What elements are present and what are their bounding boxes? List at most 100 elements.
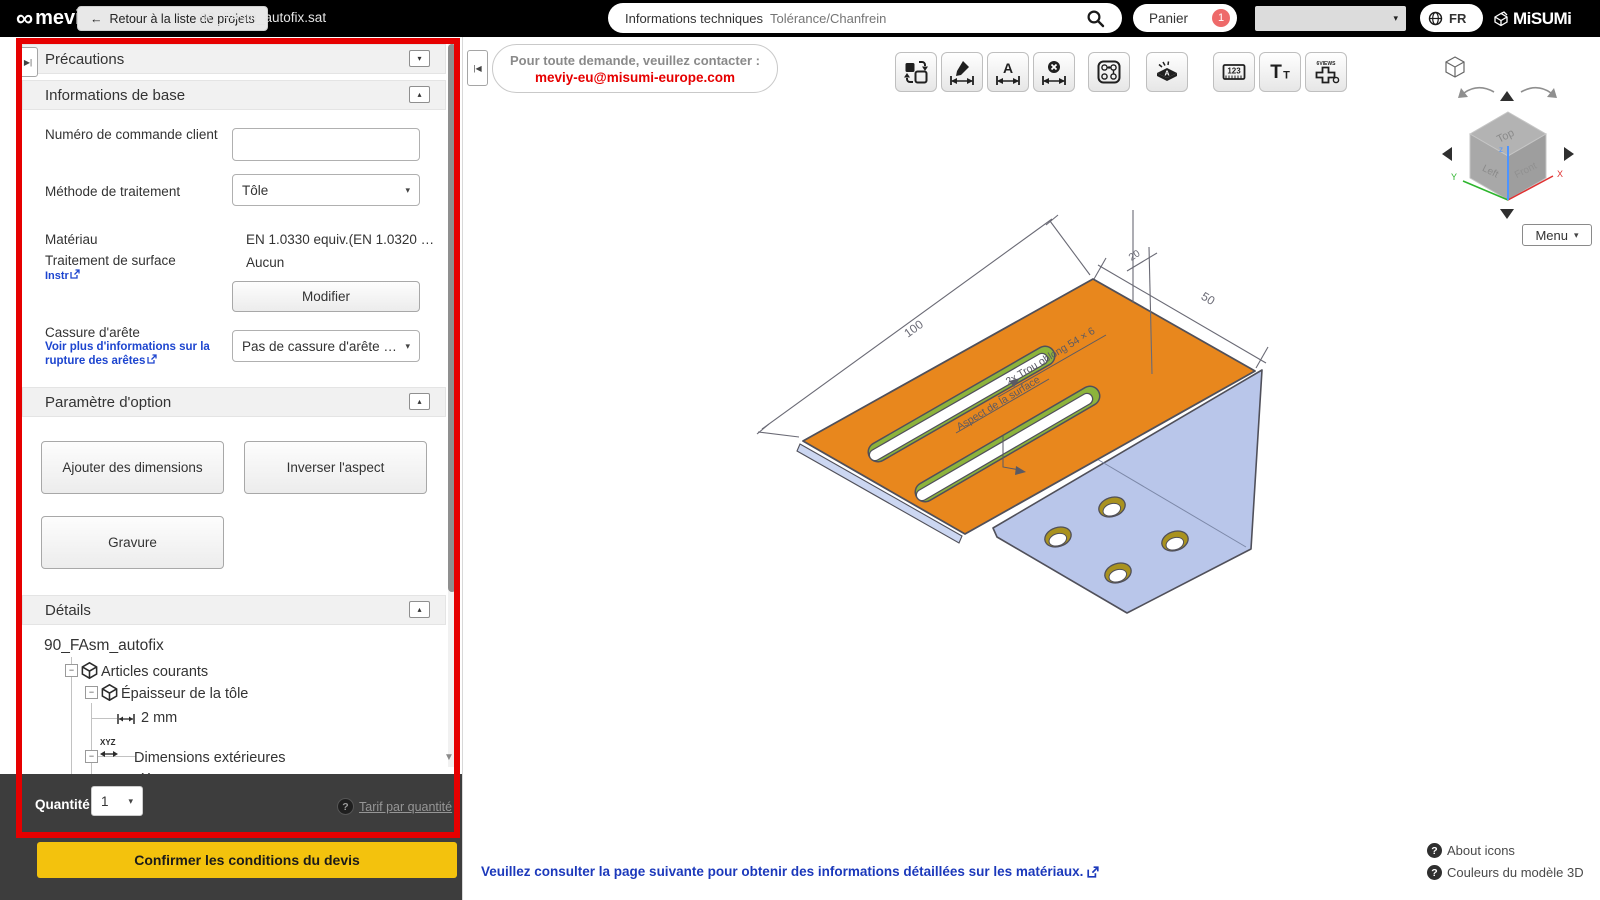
contact-email[interactable]: meviy-eu@misumi-europe.com — [535, 70, 735, 85]
quantity-pricing-link[interactable]: ? Tarif par quantité — [337, 798, 452, 815]
tree-expander[interactable]: − — [65, 664, 78, 677]
pricing-link-label: Tarif par quantité — [359, 799, 453, 814]
question-icon: ? — [337, 798, 354, 815]
account-select[interactable]: ▾ — [1255, 6, 1406, 31]
view-cube[interactable]: Top Left Front Y X z — [1442, 56, 1574, 219]
invert-aspect-label: Inverser l'aspect — [286, 460, 385, 475]
language-code: FR — [1449, 10, 1467, 26]
measure-button[interactable]: 123 — [1213, 52, 1255, 92]
tree-item-thickness-value[interactable]: 2 mm — [141, 710, 177, 726]
section-precautions[interactable]: Précautions — [22, 44, 446, 74]
reorient-part-button[interactable] — [895, 52, 937, 92]
external-link-icon — [70, 269, 80, 279]
confirm-quote-label: Confirmer les conditions du devis — [134, 852, 360, 868]
dim-offset: 20 — [1127, 248, 1143, 264]
search-category-select[interactable]: Informations techniques ▾ — [608, 11, 788, 26]
details-collapse-button[interactable]: ▴ — [409, 601, 430, 618]
add-dimensions-label: Ajouter des dimensions — [62, 460, 203, 475]
confirm-quote-button[interactable]: Confirmer les conditions du devis — [37, 842, 457, 878]
rotate-down-arrow[interactable] — [1500, 209, 1514, 219]
minus-icon: − — [88, 751, 95, 761]
delete-dimension-button[interactable] — [1033, 52, 1075, 92]
panel-collapse-handle[interactable]: |◀ — [467, 50, 488, 86]
section-base-info-title: Informations de base — [45, 86, 186, 104]
tree-item-epaisseur[interactable]: Épaisseur de la tôle — [121, 686, 248, 702]
dimension-label-button[interactable]: A — [987, 52, 1029, 92]
thickness-dimension-icon — [117, 714, 135, 724]
edge-break-select[interactable]: Pas de cassure d'arête … ▾ — [232, 330, 420, 362]
dimension-label-icon: A — [996, 60, 1020, 85]
edge-break-label: Cassure d'arête — [45, 325, 140, 340]
tree-item-articles-courants[interactable]: Articles courants — [101, 664, 208, 680]
engraving-button[interactable]: Gravure — [41, 516, 224, 569]
edge-break-value: Pas de cassure d'arête … — [242, 338, 397, 354]
rotate-left-arrow[interactable] — [1442, 147, 1452, 161]
minus-icon: − — [88, 687, 95, 697]
edge-break-link[interactable]: Voir plus d'informations sur la rupture … — [45, 340, 221, 369]
material-label: Matériau — [45, 232, 98, 247]
add-dimensions-button[interactable]: Ajouter des dimensions — [41, 441, 224, 494]
tree-item-dimensions-exterieures[interactable]: Dimensions extérieures — [134, 750, 286, 766]
instructions-link-label: Instr — [45, 270, 69, 282]
scroll-down-icon[interactable]: ▼ — [444, 752, 454, 763]
external-link-icon — [1087, 865, 1100, 878]
six-views-button[interactable]: 6VIEWS — [1305, 52, 1347, 92]
base-info-collapse-button[interactable]: ▴ — [409, 86, 430, 103]
3d-viewport[interactable]: 100 50 20 2x Trou oblong 54 × 6 Aspect d… — [462, 37, 1600, 900]
chevron-down-icon: ▾ — [1393, 13, 1398, 23]
back-arrow-icon: ← — [90, 11, 103, 26]
search-bar: Informations techniques ▾ — [608, 3, 1122, 33]
cube-home-icon[interactable] — [1445, 56, 1465, 78]
search-icon[interactable] — [1086, 9, 1105, 28]
about-icons-link[interactable]: ? About icons — [1427, 843, 1515, 858]
rotate-ccw-icon[interactable] — [1463, 86, 1495, 94]
quantity-select[interactable]: 1 ▾ — [91, 786, 143, 816]
axis-x-label: X — [1557, 169, 1563, 179]
rotate-right-arrow[interactable] — [1564, 147, 1574, 161]
edit-dimension-icon — [950, 61, 974, 85]
rotate-up-arrow[interactable] — [1500, 91, 1514, 101]
marking-stamp-button[interactable]: A — [1146, 52, 1188, 92]
materials-info-link[interactable]: Veuillez consulter la page suivante pour… — [481, 864, 1100, 879]
chevron-down-icon: ▾ — [405, 184, 410, 195]
contact-intro: Pour toute demande, veuillez contacter : — [510, 52, 760, 68]
search-category-value: Informations techniques — [625, 10, 764, 26]
configuration-panel: ▶| Précautions ▾ Informations de base ▴ … — [0, 37, 462, 774]
quantity-label: Quantité — [35, 797, 90, 812]
invert-aspect-button[interactable]: Inverser l'aspect — [244, 441, 427, 494]
model-colors-label: Couleurs du modèle 3D — [1447, 865, 1584, 880]
cart-button[interactable]: Panier 1 — [1133, 4, 1237, 32]
options-collapse-button[interactable]: ▴ — [409, 393, 430, 410]
collapse-handle-icon: |◀ — [473, 63, 482, 73]
hole-group-button[interactable] — [1088, 52, 1130, 92]
modify-button[interactable]: Modifier — [232, 281, 420, 312]
menu-button-label: Menu — [1535, 227, 1568, 243]
section-base-info[interactable]: Informations de base — [22, 80, 446, 110]
chevron-up-icon: ▴ — [417, 397, 422, 406]
language-button[interactable]: FR — [1420, 4, 1483, 32]
edit-dimension-button[interactable] — [941, 52, 983, 92]
tree-guide-line — [91, 703, 92, 774]
xyz-arrow-icon — [100, 751, 118, 757]
order-number-input[interactable] — [232, 128, 420, 161]
viewport-menu-button[interactable]: Menu ▾ — [1522, 224, 1592, 246]
model-colors-link[interactable]: ? Couleurs du modèle 3D — [1427, 865, 1584, 880]
section-options[interactable]: Paramètre d'option — [22, 387, 446, 417]
misumi-logo-text: MiSUMi — [1513, 8, 1572, 28]
text-tool-icon: T T — [1270, 62, 1290, 83]
text-tool-button[interactable]: T T — [1259, 52, 1301, 92]
part-cube-icon — [81, 661, 98, 680]
section-details[interactable]: Détails — [22, 595, 446, 625]
search-input[interactable] — [768, 6, 1058, 30]
method-select[interactable]: Tôle ▾ — [232, 174, 420, 206]
sidebar-scrollbar-thumb[interactable] — [448, 44, 456, 592]
panel-separator — [462, 37, 463, 900]
tree-expander[interactable]: − — [85, 686, 98, 699]
contact-banner: Pour toute demande, veuillez contacter :… — [492, 44, 778, 93]
tree-expander[interactable]: − — [85, 750, 98, 763]
dim-width: 50 — [1199, 289, 1218, 308]
instructions-link[interactable]: Instr — [45, 269, 80, 282]
precautions-expand-button[interactable]: ▾ — [409, 50, 430, 67]
rotate-cw-icon[interactable] — [1520, 86, 1552, 94]
panel-expand-handle[interactable]: ▶| — [18, 47, 38, 77]
